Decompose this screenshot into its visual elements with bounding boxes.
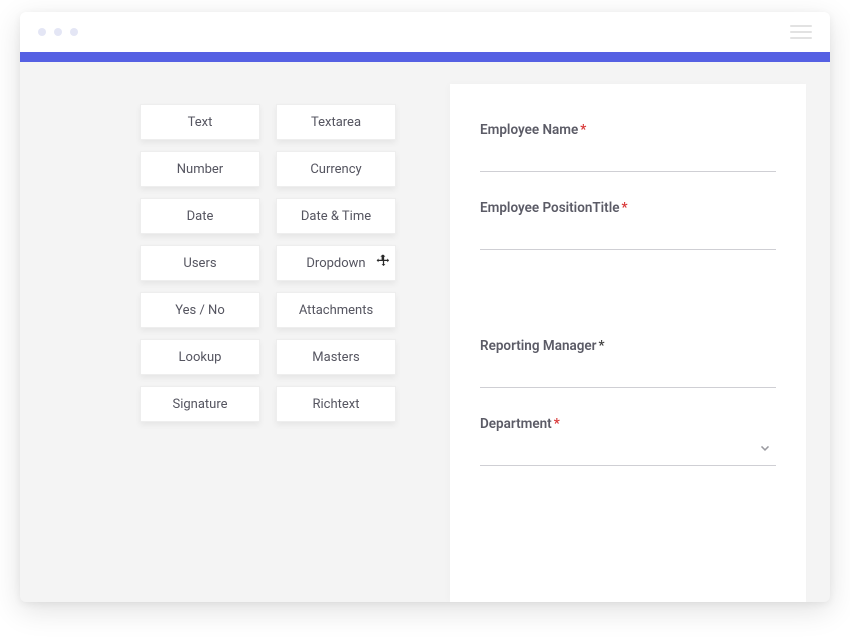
form-field-reporting-manager: Reporting Manager* — [480, 338, 776, 388]
required-mark: * — [580, 122, 586, 138]
field-tile-richtext[interactable]: Richtext — [276, 386, 396, 422]
field-tile-label: Users — [183, 256, 216, 271]
field-tile-label: Textarea — [311, 115, 361, 130]
form-canvas[interactable]: Employee Name* Employee PositionTitle* R… — [450, 84, 806, 602]
window-dot[interactable] — [54, 28, 62, 36]
field-label: Reporting Manager* — [480, 338, 776, 354]
form-field-employee-position: Employee PositionTitle* — [480, 200, 776, 250]
field-tile-number[interactable]: Number — [140, 151, 260, 187]
field-tile-datetime[interactable]: Date & Time — [276, 198, 396, 234]
field-tile-yesno[interactable]: Yes / No — [140, 292, 260, 328]
field-tile-dropdown[interactable]: Dropdown — [276, 245, 396, 281]
window-dot[interactable] — [38, 28, 46, 36]
field-tile-label: Masters — [312, 350, 359, 365]
field-tile-users[interactable]: Users — [140, 245, 260, 281]
field-label: Employee Name* — [480, 122, 776, 138]
field-tile-attachments[interactable]: Attachments — [276, 292, 396, 328]
department-select[interactable] — [480, 438, 776, 466]
field-label-text: Reporting Manager — [480, 338, 597, 354]
required-mark: * — [554, 416, 560, 432]
field-tile-currency[interactable]: Currency — [276, 151, 396, 187]
field-label-text: Employee Name — [480, 122, 578, 138]
field-tile-label: Yes / No — [175, 303, 225, 318]
field-tile-label: Signature — [172, 397, 227, 412]
window-controls — [38, 28, 78, 36]
field-tile-label: Date & Time — [301, 209, 371, 224]
main-content: Text Textarea Number Currency Date Date … — [20, 62, 830, 602]
field-tile-label: Text — [188, 115, 213, 130]
field-tile-text[interactable]: Text — [140, 104, 260, 140]
field-tile-lookup[interactable]: Lookup — [140, 339, 260, 375]
field-palette: Text Textarea Number Currency Date Date … — [20, 62, 450, 602]
field-tile-label: Lookup — [179, 350, 222, 365]
field-tile-signature[interactable]: Signature — [140, 386, 260, 422]
field-tile-textarea[interactable]: Textarea — [276, 104, 396, 140]
chevron-down-icon — [758, 441, 772, 459]
form-field-employee-name: Employee Name* — [480, 122, 776, 172]
window-dot[interactable] — [70, 28, 78, 36]
employee-position-input[interactable] — [480, 222, 776, 250]
field-tile-label: Currency — [310, 162, 361, 177]
field-tile-label: Richtext — [313, 397, 360, 412]
field-tile-date[interactable]: Date — [140, 198, 260, 234]
form-field-department: Department* — [480, 416, 776, 466]
field-tile-label: Attachments — [299, 303, 373, 318]
field-tile-label: Dropdown — [306, 256, 365, 271]
field-label-text: Employee PositionTitle — [480, 200, 619, 216]
reporting-manager-input[interactable] — [480, 360, 776, 388]
menu-icon[interactable] — [790, 25, 812, 39]
titlebar — [20, 12, 830, 52]
field-tile-label: Date — [187, 209, 214, 224]
app-window: Text Textarea Number Currency Date Date … — [20, 12, 830, 602]
field-tile-masters[interactable]: Masters — [276, 339, 396, 375]
field-label: Department* — [480, 416, 776, 432]
field-label-text: Department — [480, 416, 552, 432]
field-label: Employee PositionTitle* — [480, 200, 776, 216]
required-mark: * — [621, 200, 627, 216]
move-icon — [376, 254, 391, 273]
required-mark: * — [599, 338, 605, 354]
employee-name-input[interactable] — [480, 144, 776, 172]
accent-bar — [20, 52, 830, 62]
field-tile-label: Number — [177, 162, 223, 177]
